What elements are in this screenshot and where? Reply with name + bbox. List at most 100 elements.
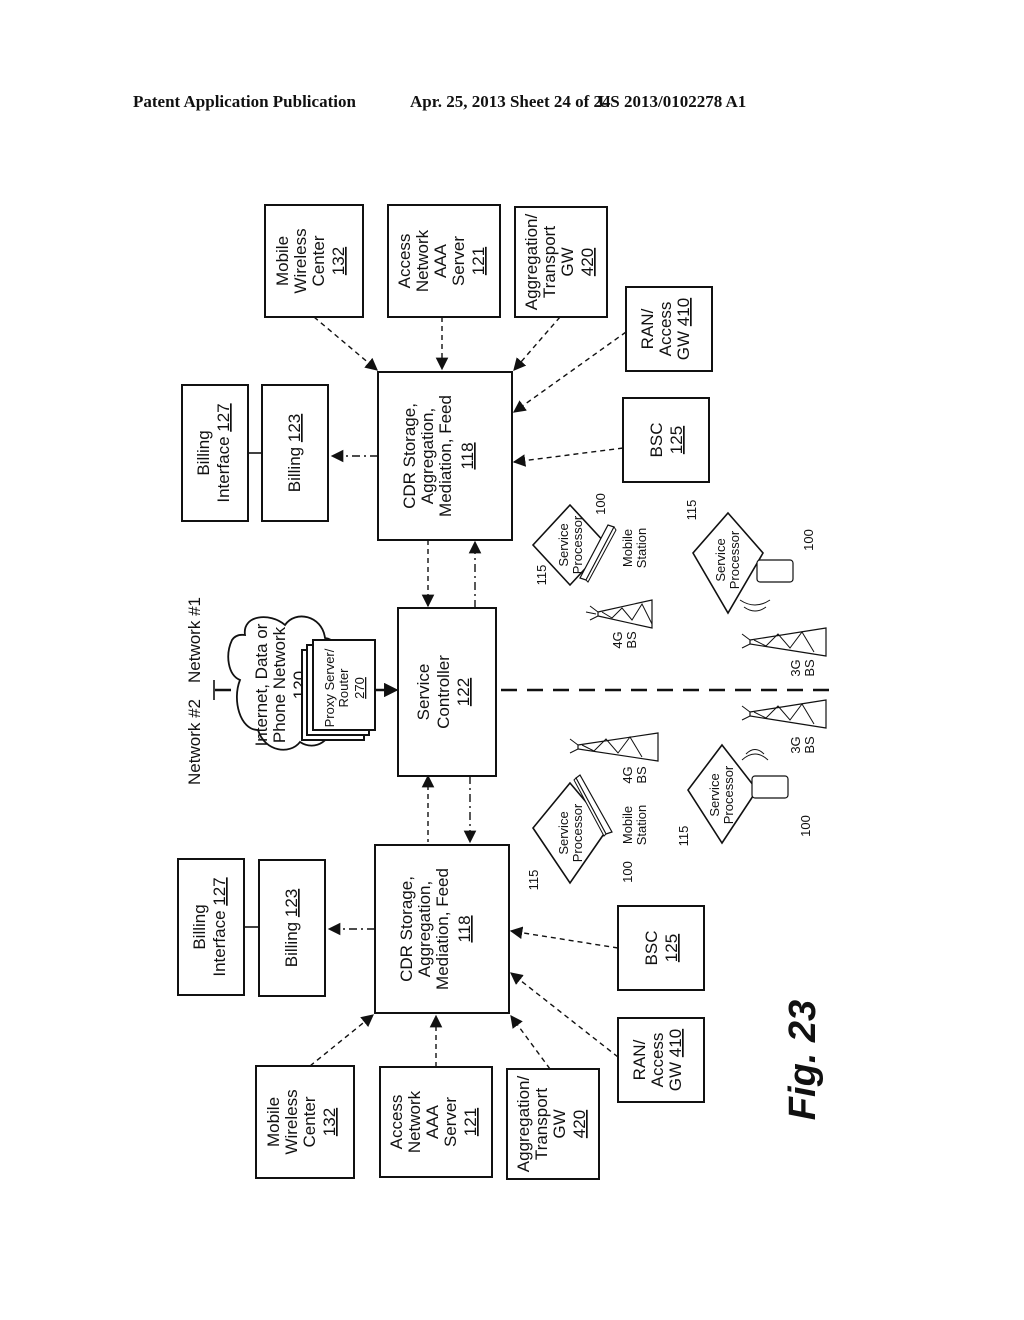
n2-bsc: BSC 125: [622, 397, 710, 483]
proxy-line-1: Proxy Server/: [322, 648, 337, 727]
n1-cdr-line-1: CDR Storage,: [397, 876, 416, 982]
n2-cdr-ref: 118: [458, 442, 477, 469]
n1-aaa-line-3: AAA: [423, 1104, 442, 1139]
n1-bsc: BSC 125: [617, 905, 705, 991]
n2-billing-interface: Billing Interface 127: [181, 384, 249, 522]
n2-sp1-ref: 115: [534, 565, 549, 586]
n1-mwc-ref: 132: [320, 1108, 339, 1136]
n1-3g-line-1: 3G: [788, 736, 803, 753]
n1-mwc-line-3: Center: [300, 1096, 319, 1147]
n1-agg-line-3: GW: [550, 1109, 569, 1138]
n2-service-processor-laptop: Service Processor Mobile Station 115 100: [531, 493, 649, 587]
n2-ran-arrow: [512, 331, 627, 413]
n1-billing: Billing 123: [258, 859, 326, 997]
n1-ran-access-gateway: RAN/ Access GW 410: [617, 1017, 705, 1103]
n2-aggregation-gateway: Aggregation/ Transport GW 420: [514, 206, 608, 318]
n2-billing-label: Billing 123: [285, 414, 304, 492]
n2-mwc-arrow: [313, 316, 378, 371]
n2-mobile-wireless-center: Mobile Wireless Center 132: [264, 204, 364, 318]
n2-mobile-station-line-2: Station: [634, 528, 649, 568]
n1-billing-interface-line-1: Billing: [190, 904, 209, 949]
n2-billing-interface-line-2: Interface 127: [214, 403, 233, 502]
n2-agg-line-3: GW: [558, 247, 577, 276]
tower-icon: [585, 599, 653, 629]
n2-ran-ref: 410: [674, 298, 693, 326]
n2-3g-line-1: 3G: [788, 659, 803, 676]
service-controller: Service Controller 122: [397, 607, 497, 777]
n1-cdr-line-3: Mediation, Feed: [433, 868, 452, 990]
n1-mobile-wireless-center: Mobile Wireless Center 132: [255, 1065, 355, 1179]
n2-billing-interface-ref: 127: [214, 403, 233, 431]
proxy-ref: 270: [352, 677, 367, 699]
n2-agg-line-2: Transport: [540, 226, 559, 298]
tower-icon: [569, 732, 659, 762]
signal-waves-icon: [739, 599, 771, 612]
n1-device2-ref: 100: [798, 815, 813, 837]
n2-bsc-arrow: [512, 447, 624, 467]
n2-aaa-line-2: Network: [413, 229, 432, 292]
n1-agg-line-2: Transport: [532, 1088, 551, 1160]
n2-sp2-ref: 115: [684, 500, 699, 521]
n1-mobile-station-line-1: Mobile: [620, 806, 635, 844]
n1-cdr-storage: CDR Storage, Aggregation, Mediation, Fee…: [374, 844, 510, 1014]
n1-bsc-ref: 125: [662, 934, 681, 962]
tower-icon: [741, 699, 827, 729]
n2-aaa-line-3: AAA: [431, 243, 450, 278]
n2-4g-line-2: BS: [624, 631, 639, 649]
proxy-line-2: Router: [336, 668, 351, 708]
n2-mwc-ref: 132: [329, 247, 348, 275]
n2-ran-line-2: Access: [656, 302, 675, 357]
n1-sp2-line-1: Service: [707, 773, 722, 816]
n1-billing-interface-ref: 127: [210, 877, 229, 905]
n1-4g-tower: 4G BS: [569, 732, 659, 784]
n1-aaa-ref: 121: [461, 1108, 480, 1136]
n2-cdr-line-2: Aggregation,: [418, 408, 437, 504]
n2-mwc-line-3: Center: [309, 235, 328, 286]
service-controller-ref: 122: [454, 678, 473, 706]
n1-agg-ref: 420: [570, 1110, 589, 1138]
n2-ran-line-1: RAN/: [638, 308, 657, 349]
n1-4g-line-1: 4G: [620, 766, 635, 783]
n1-service-processor-phone: Service Processor 115 100: [676, 743, 813, 847]
n1-sp1-line-2: Processor: [570, 803, 585, 862]
phone-icon: [756, 559, 794, 583]
n2-sp2-line-2: Processor: [727, 530, 742, 589]
n2-3g-tower: 3G BS: [741, 627, 827, 677]
n1-aaa-line-1: Access: [387, 1095, 406, 1150]
figure-diagram: Network #1 Network #2 Internet, Data or …: [177, 204, 835, 1180]
n2-aaa-ref: 121: [469, 247, 488, 275]
n2-3g-line-2: BS: [802, 659, 817, 677]
n1-agg-line-1: Aggregation/: [514, 1076, 533, 1173]
n1-sp2-line-2: Processor: [721, 765, 736, 824]
n1-billing-interface: Billing Interface 127: [177, 858, 245, 996]
n1-billing-text: Billing: [282, 922, 301, 967]
n1-3g-tower: 3G BS: [741, 699, 827, 754]
figure-label: Fig. 23: [782, 1000, 824, 1120]
n2-ran-line-3: GW 410: [674, 298, 693, 360]
n1-billing-interface-text: Interface: [210, 910, 229, 976]
n1-sp1-ref: 115: [526, 870, 541, 891]
n1-aggregation-gateway: Aggregation/ Transport GW 420: [506, 1068, 600, 1180]
n2-aaa-line-4: Server: [449, 236, 468, 286]
n2-billing: Billing 123: [261, 384, 329, 522]
network-labels: Network #1 Network #2: [185, 597, 204, 785]
n1-bsc-text: BSC: [642, 931, 661, 966]
n2-billing-text: Billing: [285, 447, 304, 492]
n1-sp2-ref: 115: [676, 826, 691, 847]
n1-ran-gw-text: GW: [666, 1062, 685, 1091]
n1-bsc-arrow: [509, 926, 619, 949]
n2-bsc-ref: 125: [667, 426, 686, 454]
proxy-server-router: Proxy Server/ Router 270: [301, 639, 376, 741]
signal-waves-icon: [741, 749, 769, 761]
cloud-line-2: Phone Network: [270, 626, 289, 743]
n2-device1-ref: 100: [593, 493, 608, 515]
phone-icon: [751, 775, 789, 799]
n2-device2-ref: 100: [801, 529, 816, 551]
n1-cdr-line-2: Aggregation,: [415, 881, 434, 977]
tower-icon: [741, 627, 827, 657]
service-controller-line-2: Controller: [434, 655, 453, 729]
n2-mobile-station-line-1: Mobile: [620, 529, 635, 567]
n2-sp1-line-2: Processor: [570, 515, 585, 574]
n2-sp1-line-1: Service: [556, 523, 571, 566]
n2-billing-interface-line-1: Billing: [194, 430, 213, 475]
